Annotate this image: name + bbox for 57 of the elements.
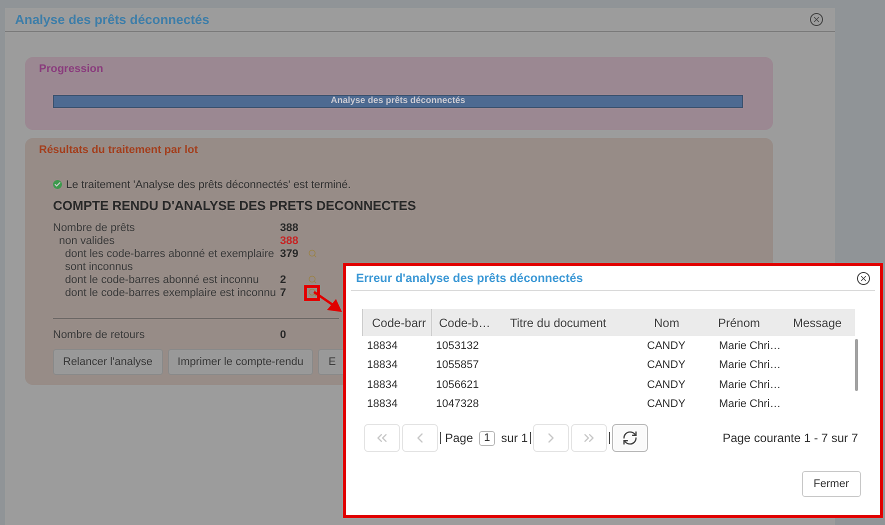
report-label: dont le code-barres exemplaire est inconnu — [64, 286, 277, 300]
search-icon[interactable] — [308, 288, 316, 297]
close-dialog-button[interactable]: Fermer — [802, 471, 861, 497]
action-button[interactable]: Imprimer le compte-rendu — [168, 349, 314, 375]
status-message: Le traitement 'Analyse des prêts déconnectés' est terminé. — [66, 178, 351, 192]
pager-button[interactable] — [612, 424, 648, 452]
report-value: 0 — [280, 328, 286, 342]
table-cell: CANDY — [647, 398, 686, 410]
page-count: sur 1 — [501, 430, 528, 447]
window-title: Analyse des prêts déconnectés — [15, 10, 210, 29]
table-cell: Marie Chri… — [719, 359, 781, 371]
column-header[interactable]: Message — [785, 309, 855, 336]
report-title: COMPTE RENDU D'ANALYSE DES PRETS DECONNECTES — [53, 197, 418, 215]
column-header[interactable]: Code-barr — [362, 309, 432, 336]
report-label: Nombre de prêts — [53, 222, 136, 234]
report-value: 388 — [280, 234, 300, 248]
success-icon — [53, 180, 62, 190]
table-cell: CANDY — [647, 340, 686, 352]
table-cell: 18834 — [367, 398, 398, 410]
table-cell: Marie Chri… — [719, 340, 781, 352]
report-value: 388 — [280, 222, 300, 234]
column-header[interactable]: Code-b… — [432, 309, 503, 336]
panel-title: Résultats du traitement par lot — [39, 143, 199, 158]
table-cell: 1053132 — [436, 340, 479, 352]
page-label: Page — [445, 430, 474, 447]
table-cell: Marie Chri… — [719, 378, 781, 390]
table-cell: Marie Chri… — [719, 398, 781, 410]
table-cell: 18834 — [367, 359, 398, 371]
table-cell: 18834 — [367, 340, 398, 352]
column-header[interactable]: Titre du document — [503, 309, 640, 336]
progress-label: Analyse des prêts déconnectés — [330, 96, 466, 106]
table-cell: CANDY — [647, 359, 686, 371]
search-icon[interactable] — [308, 275, 316, 284]
page-input[interactable]: 1 — [479, 430, 496, 446]
table-cell: 18834 — [367, 378, 398, 390]
scrollbar-thumb[interactable] — [855, 339, 858, 391]
refresh-icon — [622, 430, 638, 446]
report-value: 2 — [280, 274, 288, 286]
close-button[interactable] — [857, 272, 870, 284]
report-label: non valides — [58, 234, 116, 248]
report-label: Nombre de retours — [53, 328, 146, 342]
table-cell: 1047328 — [436, 398, 479, 410]
report-label: dont le code-barres abonné est inconnu — [64, 274, 260, 286]
close-icon — [812, 15, 821, 24]
table-cell: CANDY — [647, 378, 686, 390]
column-header[interactable]: Nom — [640, 309, 705, 336]
dialog-title: Erreur d'analyse des prêts déconnectés — [356, 270, 583, 287]
action-button[interactable]: Relancer l'analyse — [53, 349, 163, 375]
search-icon[interactable] — [308, 249, 316, 258]
column-header[interactable]: Prénom — [705, 309, 785, 336]
table-cell: 1056621 — [436, 378, 479, 390]
close-icon — [859, 274, 868, 282]
panel-title: Progression — [39, 62, 104, 77]
table-cell: 1055857 — [436, 359, 479, 371]
report-value: 7 — [280, 286, 288, 300]
report-value: 379 — [280, 248, 300, 260]
page-summary: Page courante 1 - 7 sur 7 — [722, 430, 858, 447]
